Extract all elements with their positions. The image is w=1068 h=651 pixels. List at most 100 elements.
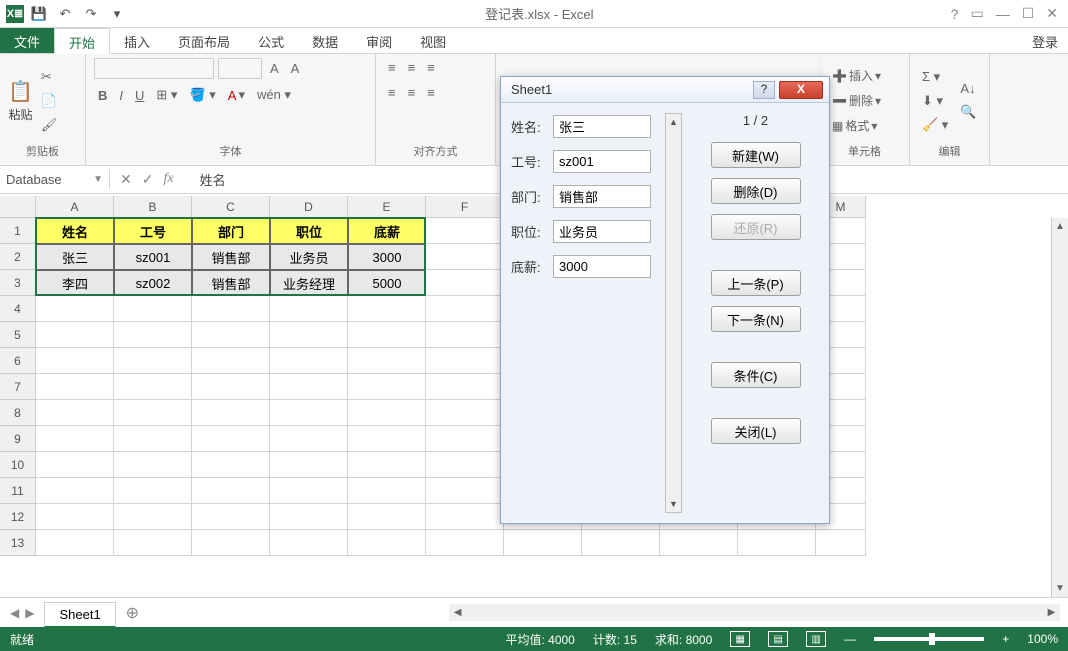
row-header-8[interactable]: 8	[0, 400, 36, 426]
table-data-cell[interactable]: 张三	[36, 244, 114, 270]
font-size-select[interactable]	[218, 58, 262, 79]
cell[interactable]	[36, 322, 114, 348]
view-page-layout-button[interactable]: ▤	[768, 631, 788, 647]
cell[interactable]	[36, 374, 114, 400]
cell[interactable]	[36, 530, 114, 556]
next-record-button[interactable]: 下一条(N)	[711, 306, 801, 332]
row-header-9[interactable]: 9	[0, 426, 36, 452]
cell[interactable]	[270, 478, 348, 504]
field-input-1[interactable]	[553, 150, 651, 173]
cell[interactable]	[36, 400, 114, 426]
font-color-button[interactable]: A ▾	[224, 85, 249, 105]
format-painter-button[interactable]: 🖌	[37, 115, 62, 135]
horizontal-scrollbar[interactable]: ◀ ▶	[449, 604, 1060, 621]
field-input-4[interactable]	[553, 255, 651, 278]
qat-customize[interactable]: ▾	[106, 3, 128, 25]
row-header-1[interactable]: 1	[0, 218, 36, 244]
select-all-corner[interactable]	[0, 196, 36, 218]
italic-button[interactable]: I	[115, 86, 127, 105]
field-input-3[interactable]	[553, 220, 651, 243]
table-data-cell[interactable]: 销售部	[192, 270, 270, 296]
ribbon-options-icon[interactable]: ▭	[970, 5, 983, 22]
cell[interactable]	[192, 348, 270, 374]
cell[interactable]	[270, 322, 348, 348]
cell[interactable]	[270, 374, 348, 400]
cell[interactable]	[426, 348, 504, 374]
cell[interactable]	[738, 530, 816, 556]
login-link[interactable]: 登录	[1022, 28, 1068, 53]
scroll-right-icon[interactable]: ▶	[1043, 607, 1060, 618]
cell[interactable]	[36, 296, 114, 322]
align-bottom-button[interactable]: ≡	[423, 58, 439, 77]
align-right-button[interactable]: ≡	[423, 83, 439, 102]
table-data-cell[interactable]: 李四	[36, 270, 114, 296]
row-header-7[interactable]: 7	[0, 374, 36, 400]
cut-button[interactable]: ✂	[37, 67, 62, 87]
tab-view[interactable]: 视图	[406, 28, 460, 53]
row-header-5[interactable]: 5	[0, 322, 36, 348]
row-header-4[interactable]: 4	[0, 296, 36, 322]
criteria-button[interactable]: 条件(C)	[711, 362, 801, 388]
cell[interactable]	[114, 322, 192, 348]
table-data-cell[interactable]: sz001	[114, 244, 192, 270]
table-data-cell[interactable]: 销售部	[192, 244, 270, 270]
cell[interactable]	[348, 452, 426, 478]
align-middle-button[interactable]: ≡	[404, 58, 420, 77]
cell[interactable]	[348, 374, 426, 400]
cell[interactable]	[192, 504, 270, 530]
dialog-scroll-up-icon[interactable]: ▲	[666, 114, 681, 130]
cell[interactable]	[426, 504, 504, 530]
cell[interactable]	[426, 374, 504, 400]
cell[interactable]	[426, 244, 504, 270]
font-grow-button[interactable]: A	[266, 59, 283, 78]
cell[interactable]	[114, 426, 192, 452]
sort-filter-button[interactable]: A↓	[956, 79, 980, 98]
cell[interactable]	[192, 426, 270, 452]
cell[interactable]	[114, 530, 192, 556]
cell[interactable]	[426, 218, 504, 244]
qat-redo[interactable]: ↷	[80, 3, 102, 25]
cell[interactable]	[36, 452, 114, 478]
cell[interactable]	[114, 504, 192, 530]
cell[interactable]	[114, 374, 192, 400]
tab-insert[interactable]: 插入	[110, 28, 164, 53]
cell[interactable]	[348, 478, 426, 504]
align-left-button[interactable]: ≡	[384, 83, 400, 102]
cell[interactable]	[270, 348, 348, 374]
cell[interactable]	[270, 426, 348, 452]
insert-cells-button[interactable]: ➕ 插入 ▾	[828, 65, 885, 86]
cell[interactable]	[192, 478, 270, 504]
col-header-D[interactable]: D	[270, 196, 348, 218]
cell[interactable]	[348, 348, 426, 374]
cell[interactable]	[348, 296, 426, 322]
row-header-10[interactable]: 10	[0, 452, 36, 478]
cell[interactable]	[270, 296, 348, 322]
zoom-in-button[interactable]: +	[1002, 632, 1009, 646]
row-header-6[interactable]: 6	[0, 348, 36, 374]
cell[interactable]	[348, 426, 426, 452]
field-input-0[interactable]	[553, 115, 651, 138]
col-header-E[interactable]: E	[348, 196, 426, 218]
cell[interactable]	[114, 400, 192, 426]
dialog-help-button[interactable]: ?	[753, 81, 775, 99]
table-header-cell[interactable]: 姓名	[36, 218, 114, 244]
field-input-2[interactable]	[553, 185, 651, 208]
cell[interactable]	[192, 296, 270, 322]
find-select-button[interactable]: 🔍	[956, 102, 980, 122]
tab-file[interactable]: 文件	[0, 28, 54, 53]
row-header-3[interactable]: 3	[0, 270, 36, 296]
name-box-dropdown-icon[interactable]: ▼	[93, 174, 103, 185]
cell[interactable]	[816, 530, 866, 556]
tab-formulas[interactable]: 公式	[244, 28, 298, 53]
table-data-cell[interactable]: 5000	[348, 270, 426, 296]
cell[interactable]	[36, 426, 114, 452]
zoom-level[interactable]: 100%	[1027, 632, 1058, 646]
sheet-nav-next[interactable]: ▶	[25, 606, 34, 620]
col-header-F[interactable]: F	[426, 196, 504, 218]
row-header-12[interactable]: 12	[0, 504, 36, 530]
enter-formula-icon[interactable]: ✓	[142, 171, 154, 188]
clear-button[interactable]: 🧹 ▾	[918, 115, 952, 135]
cell[interactable]	[426, 400, 504, 426]
cell[interactable]	[192, 374, 270, 400]
cell[interactable]	[426, 296, 504, 322]
